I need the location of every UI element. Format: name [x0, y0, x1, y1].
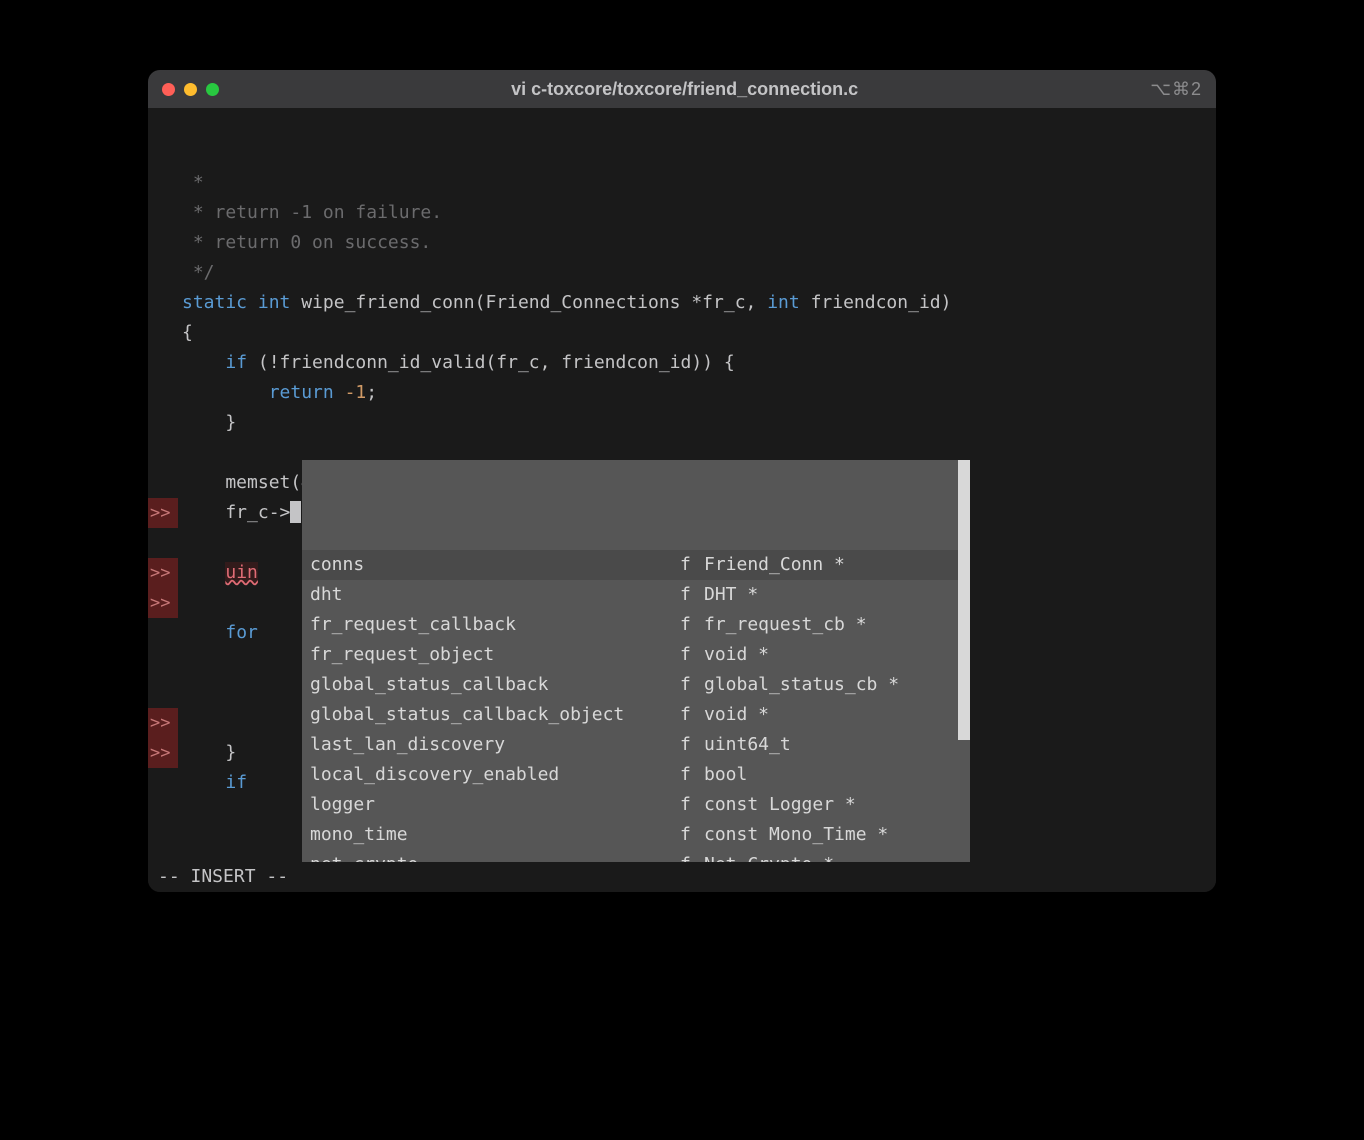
autocomplete-item[interactable]: fr_request_callbackffr_request_cb *	[302, 610, 970, 640]
code-line[interactable]: {	[178, 318, 1216, 348]
autocomplete-item[interactable]: connsfFriend_Conn *	[302, 550, 970, 580]
minimize-icon[interactable]	[184, 83, 197, 96]
cursor	[290, 501, 301, 523]
code-line[interactable]: *	[178, 168, 1216, 198]
gutter-row	[148, 468, 178, 498]
gutter-row	[148, 108, 178, 138]
autocomplete-item[interactable]: net_cryptofNet_Crypto *	[302, 850, 970, 862]
gutter: >>>>>>>>>>	[148, 108, 178, 862]
gutter-row	[148, 528, 178, 558]
gutter-row: >>	[148, 498, 178, 528]
autocomplete-popup[interactable]: connsfFriend_Conn *dhtfDHT *fr_request_c…	[302, 460, 970, 862]
window-shortcut: ⌥⌘2	[1150, 79, 1202, 100]
gutter-row	[148, 378, 178, 408]
zoom-icon[interactable]	[206, 83, 219, 96]
autocomplete-item[interactable]: dhtfDHT *	[302, 580, 970, 610]
gutter-row: >>	[148, 708, 178, 738]
gutter-row	[148, 228, 178, 258]
titlebar[interactable]: vi c-toxcore/toxcore/friend_connection.c…	[148, 70, 1216, 108]
autocomplete-item[interactable]: mono_timefconst Mono_Time *	[302, 820, 970, 850]
gutter-row	[148, 318, 178, 348]
code-line[interactable]: if (!friendconn_id_valid(fr_c, friendcon…	[178, 348, 1216, 378]
gutter-row	[148, 138, 178, 168]
autocomplete-item[interactable]: global_status_callbackfglobal_status_cb …	[302, 670, 970, 700]
gutter-row	[148, 648, 178, 678]
gutter-row	[148, 168, 178, 198]
code-line[interactable]: static int wipe_friend_conn(Friend_Conne…	[178, 288, 1216, 318]
gutter-row	[148, 258, 178, 288]
code-line[interactable]: return -1;	[178, 378, 1216, 408]
gutter-row	[148, 438, 178, 468]
popup-scrollbar[interactable]	[958, 460, 970, 770]
autocomplete-item[interactable]: last_lan_discoveryfuint64_t	[302, 730, 970, 760]
code-line[interactable]: */	[178, 258, 1216, 288]
code-line[interactable]: * return 0 on success.	[178, 228, 1216, 258]
autocomplete-item[interactable]: global_status_callback_objectfvoid *	[302, 700, 970, 730]
gutter-row: >>	[148, 738, 178, 768]
editor-area[interactable]: >>>>>>>>>> * * return -1 on failure. * r…	[148, 108, 1216, 862]
gutter-row	[148, 768, 178, 798]
gutter-row	[148, 678, 178, 708]
window-title: vi c-toxcore/toxcore/friend_connection.c	[219, 79, 1150, 100]
code-area[interactable]: * * return -1 on failure. * return 0 on …	[178, 108, 1216, 862]
gutter-row	[148, 198, 178, 228]
gutter-row: >>	[148, 558, 178, 588]
gutter-row	[148, 288, 178, 318]
gutter-row: >>	[148, 588, 178, 618]
code-line[interactable]: * return -1 on failure.	[178, 198, 1216, 228]
gutter-row	[148, 408, 178, 438]
gutter-row	[148, 348, 178, 378]
autocomplete-item[interactable]: fr_request_objectfvoid *	[302, 640, 970, 670]
autocomplete-item[interactable]: loggerfconst Logger *	[302, 790, 970, 820]
terminal-window: vi c-toxcore/toxcore/friend_connection.c…	[148, 70, 1216, 892]
status-line: -- INSERT --	[148, 862, 1216, 892]
code-line[interactable]: }	[178, 408, 1216, 438]
autocomplete-item[interactable]: local_discovery_enabledfbool	[302, 760, 970, 790]
traffic-lights	[162, 83, 219, 96]
gutter-row	[148, 618, 178, 648]
close-icon[interactable]	[162, 83, 175, 96]
